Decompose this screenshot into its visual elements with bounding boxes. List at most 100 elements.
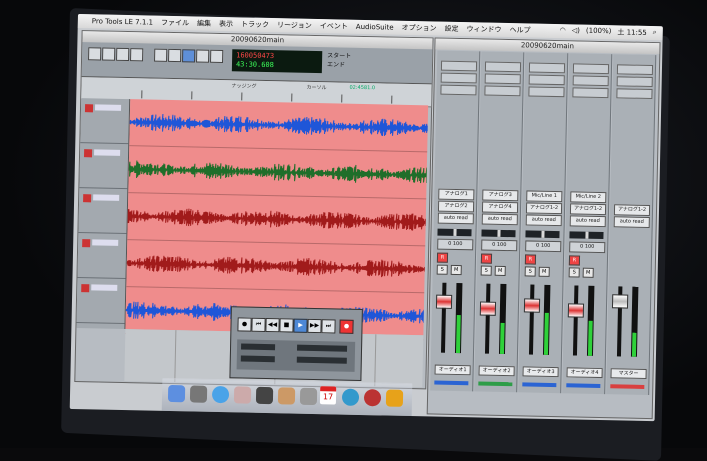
input-selector[interactable]: Mic/Line 2 [570,191,607,204]
grid-mode-button[interactable] [130,48,144,62]
pan-slider[interactable] [569,231,604,240]
mute-button[interactable]: M [538,266,550,277]
fast-forward-button[interactable]: ▶▶ [307,318,322,334]
menu-view[interactable]: 表示 [219,19,233,29]
slip-mode-button[interactable] [102,47,116,61]
insert-slot[interactable] [572,63,610,75]
volume-fader[interactable] [572,285,579,356]
audio-track-lane[interactable] [127,193,427,247]
track-name[interactable]: オーディオ2 [478,365,515,377]
safari-icon[interactable] [211,385,230,404]
insert-slot[interactable] [484,61,522,73]
application-icon[interactable] [363,389,382,407]
track-name-field[interactable] [91,284,118,291]
track-name-field[interactable] [92,239,119,246]
pan-slider[interactable] [437,228,472,237]
finder-icon[interactable] [167,384,186,403]
return-to-zero-button[interactable]: ⏮ [251,317,266,332]
automation-mode[interactable]: auto read [569,215,606,228]
wifi-icon[interactable]: ◠ [560,26,566,36]
start-field[interactable] [296,344,348,352]
application-icon[interactable] [385,389,404,407]
rewind-button[interactable]: ◀◀ [265,317,280,333]
insert-slot[interactable] [440,84,477,96]
fader-cap[interactable] [567,303,585,318]
track-name[interactable]: オーディオ4 [566,367,603,379]
insert-slot[interactable] [440,60,478,72]
record-enable-icon[interactable] [81,284,90,293]
solo-button[interactable]: S [436,264,448,275]
record-button[interactable]: ● [339,319,354,334]
menu-file[interactable]: ファイル [161,18,189,29]
track-header[interactable] [76,278,126,325]
volume-fader[interactable] [528,284,535,355]
menu-app-name[interactable]: Pro Tools LE 7.1.1 [92,17,153,26]
insert-slot[interactable] [528,62,566,74]
go-to-end-button[interactable]: ⏭ [321,319,336,334]
track-header[interactable] [78,188,128,235]
pre-roll-field[interactable] [241,343,276,351]
mute-button[interactable]: M [494,265,506,277]
record-arm-button[interactable]: R [568,255,581,266]
record-arm-button[interactable]: R [524,254,537,265]
insert-slot[interactable] [572,87,609,99]
pencil-tool-icon[interactable] [210,49,224,64]
insert-slot[interactable] [616,88,653,100]
track-name-field[interactable] [93,194,120,201]
audio-track-lane[interactable] [129,99,429,153]
track-name[interactable]: オーディオ3 [522,366,559,378]
fader-cap[interactable] [479,301,497,316]
track-header[interactable] [80,98,130,145]
menu-audiosuite[interactable]: AudioSuite [356,23,394,32]
solo-button[interactable]: S [524,266,536,277]
menu-clock[interactable]: 土 11:55 [617,27,647,38]
fader-cap[interactable] [435,294,453,309]
online-button[interactable]: ● [237,317,252,332]
system-preferences-icon[interactable] [189,385,208,403]
track-name[interactable]: オーディオ1 [434,364,471,376]
output-selector[interactable]: アナログ2 [437,200,475,213]
mute-button[interactable]: M [450,264,462,276]
address-book-icon[interactable] [277,387,296,405]
grabber-tool-icon[interactable] [196,49,210,63]
spot-mode-button[interactable] [116,47,130,62]
selector-tool-icon[interactable] [182,49,196,63]
menu-setup[interactable]: 設定 [444,24,459,34]
zoom-tool-icon[interactable] [154,48,168,62]
record-enable-icon[interactable] [84,104,94,113]
automation-mode[interactable]: auto read [613,216,650,229]
ical-icon[interactable]: 17 [319,386,337,405]
menu-window[interactable]: ウィンドウ [466,24,502,35]
record-arm-button[interactable]: R [436,252,449,263]
play-button[interactable]: ▶ [293,318,308,333]
track-header[interactable] [77,233,127,280]
record-enable-icon[interactable] [82,239,91,248]
audio-track-lane[interactable] [128,146,428,200]
menu-track[interactable]: トラック [241,19,269,30]
menu-region[interactable]: リージョン [277,20,312,31]
end-field[interactable] [296,356,347,364]
insert-slot[interactable] [484,85,521,97]
insert-slot[interactable] [440,72,477,84]
audio-track-lane[interactable] [126,240,426,294]
menu-options[interactable]: オプション [402,23,437,34]
menu-edit[interactable]: 編集 [197,18,211,28]
output-selector[interactable]: アナログ1-2 [525,202,563,215]
post-roll-field[interactable] [240,355,275,363]
insert-slot[interactable] [616,64,654,76]
battery-status[interactable]: (100%) [586,27,612,38]
fader-cap[interactable] [611,294,629,309]
application-icon[interactable] [255,386,274,405]
volume-fader[interactable] [440,282,447,353]
trim-tool-icon[interactable] [168,48,182,63]
insert-slot[interactable] [484,73,521,85]
track-name[interactable]: マスター [610,368,647,379]
solo-button[interactable]: S [480,265,492,276]
track-header[interactable] [79,143,129,190]
track-playlist-area[interactable] [125,99,429,341]
input-selector[interactable]: Mic/Line 1 [526,190,563,203]
insert-slot[interactable] [572,75,609,87]
application-icon[interactable] [299,387,318,406]
itunes-icon[interactable] [341,388,360,406]
automation-mode[interactable]: auto read [481,213,518,226]
